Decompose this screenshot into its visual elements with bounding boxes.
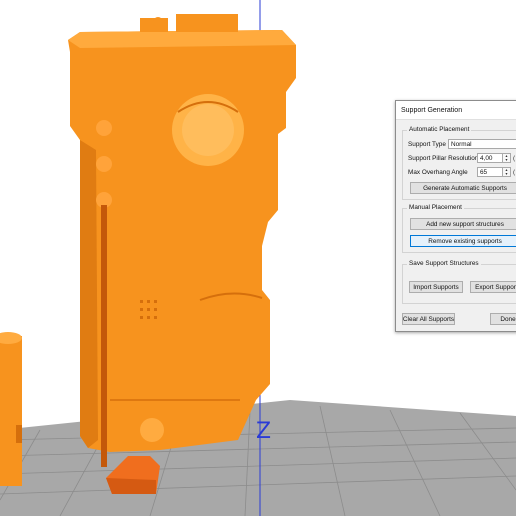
dialog-titlebar[interactable]: Support Generation bbox=[396, 101, 516, 120]
generate-automatic-supports-button[interactable]: Generate Automatic Supports bbox=[410, 182, 516, 194]
overhang-angle-label: Max Overhang Angle bbox=[408, 168, 468, 176]
export-supports-button[interactable]: Export Supports bbox=[470, 281, 516, 293]
save-support-structures-title: Save Support Structures bbox=[407, 260, 481, 267]
overhang-angle-spinner[interactable]: ▲ ▼ bbox=[503, 167, 511, 177]
overhang-angle-row: Max Overhang Angle 65 ▲ ▼ ( bbox=[408, 167, 515, 177]
add-support-structures-button[interactable]: Add new support structures bbox=[410, 218, 516, 230]
automatic-placement-title: Automatic Placement bbox=[407, 126, 472, 133]
build-platform bbox=[0, 400, 516, 516]
overhang-angle-input[interactable]: 65 bbox=[477, 167, 503, 177]
pillar-resolution-spinner[interactable]: ▲ ▼ bbox=[503, 153, 511, 163]
import-supports-button[interactable]: Import Supports bbox=[409, 281, 463, 293]
manual-placement-group: Manual Placement Add new support structu… bbox=[402, 204, 516, 253]
z-axis-label: Z bbox=[256, 419, 272, 444]
support-generation-dialog[interactable]: Support Generation Automatic Placement S… bbox=[395, 100, 516, 332]
remove-existing-supports-button[interactable]: Remove existing supports bbox=[410, 235, 516, 247]
secondary-model[interactable] bbox=[0, 332, 22, 486]
support-type-row: Support Type Normal bbox=[408, 139, 516, 149]
automatic-placement-group: Automatic Placement Support Type Normal … bbox=[402, 126, 516, 200]
pillar-resolution-row: Support Pillar Resolution 4,00 ▲ ▼ ( bbox=[408, 153, 515, 163]
done-button[interactable]: Done bbox=[490, 313, 516, 325]
pillar-resolution-label: Support Pillar Resolution bbox=[408, 154, 479, 162]
pillar-resolution-input[interactable]: 4,00 bbox=[477, 153, 503, 163]
dialog-title: Support Generation bbox=[401, 106, 463, 114]
save-support-structures-group: Save Support Structures Import Supports … bbox=[402, 260, 516, 304]
support-type-label: Support Type bbox=[408, 140, 446, 148]
support-type-select[interactable]: Normal bbox=[448, 139, 516, 149]
clear-all-supports-button[interactable]: Clear All Supports bbox=[402, 313, 455, 325]
pillar-resolution-suffix: ( bbox=[513, 154, 516, 162]
overhang-angle-suffix: ( bbox=[513, 168, 516, 176]
manual-placement-title: Manual Placement bbox=[407, 204, 464, 211]
